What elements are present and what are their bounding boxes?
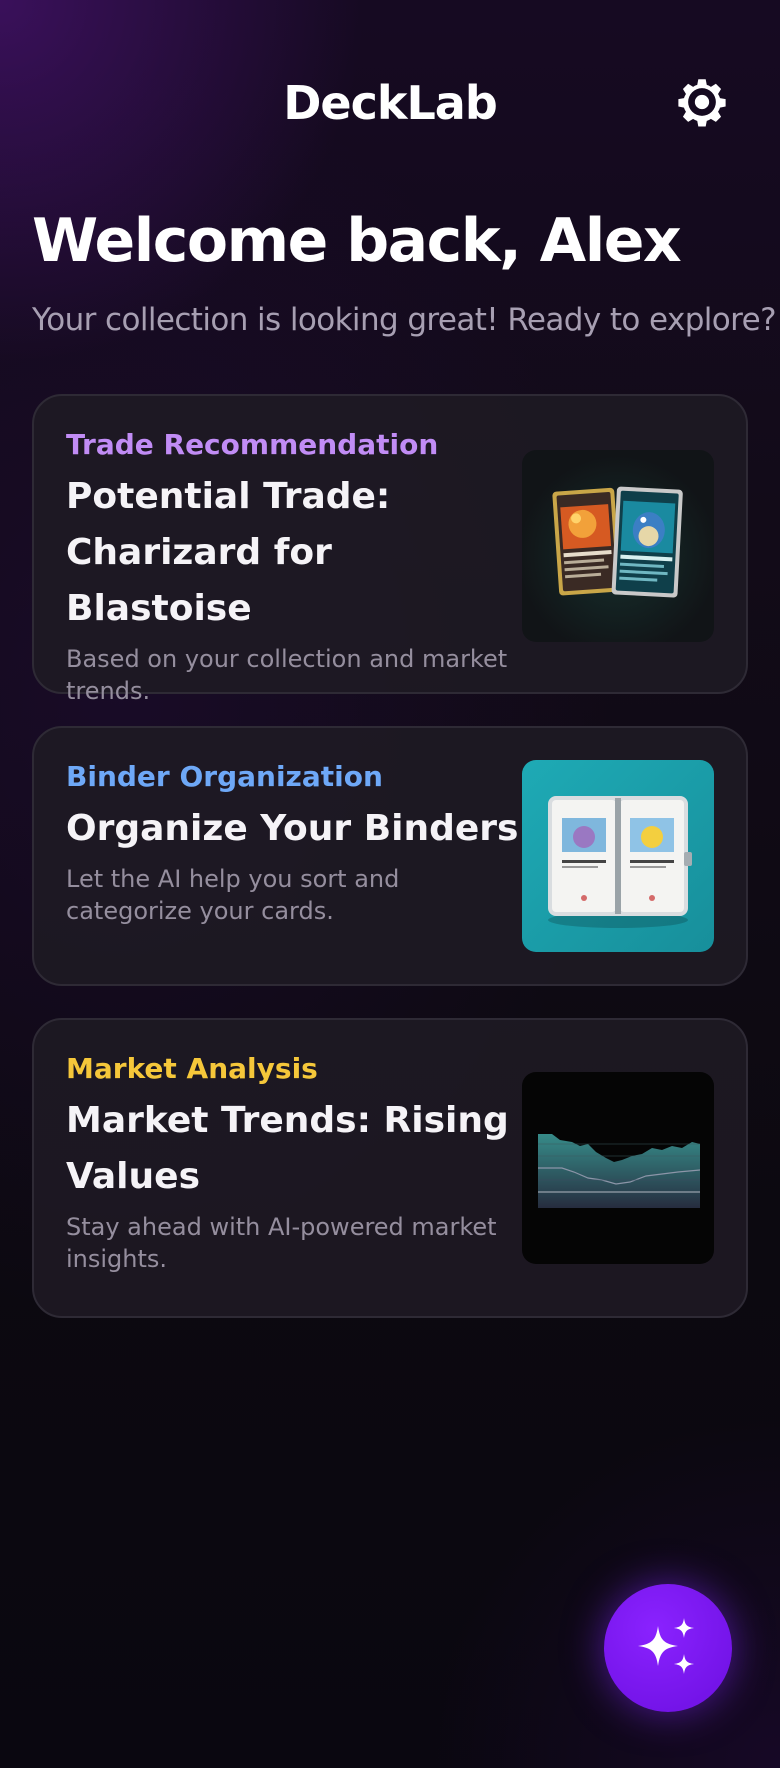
card-title: Potential Trade: Charizard for Blastoise: [66, 476, 391, 629]
card-description: Let the AI help you sort and categorize …: [66, 865, 400, 925]
trade-recommendation-card[interactable]: Trade Recommendation Potential Trade: Ch…: [32, 394, 748, 705]
ai-assistant-button[interactable]: [604, 1584, 732, 1712]
top-bar: DeckLab: [0, 0, 780, 200]
card-description: Based on your collection and market tren…: [66, 645, 508, 705]
binder-organization-card[interactable]: Binder Organization Organize Your Binder…: [32, 726, 748, 986]
gear-icon: [678, 79, 726, 127]
settings-button[interactable]: [672, 72, 732, 132]
binder-image: [522, 760, 714, 952]
card-description: Stay ahead with AI-powered market insigh…: [66, 1213, 497, 1273]
welcome-heading: Welcome back, Alex: [32, 206, 682, 276]
card-label: Trade Recommendation: [66, 428, 439, 461]
app-title: DeckLab: [283, 76, 498, 130]
welcome-subtitle: Your collection is looking great! Ready …: [32, 302, 777, 338]
card-title: Organize Your Binders: [66, 808, 519, 849]
card-label: Market Analysis: [66, 1052, 318, 1085]
trade-cards-image: [522, 450, 714, 642]
market-analysis-card[interactable]: Market Analysis Market Trends: Rising Va…: [32, 1018, 748, 1318]
market-chart-image: [522, 1072, 714, 1264]
card-title: Market Trends: Rising Values: [66, 1100, 509, 1197]
card-label: Binder Organization: [66, 760, 383, 793]
sparkles-icon: [638, 1618, 694, 1674]
